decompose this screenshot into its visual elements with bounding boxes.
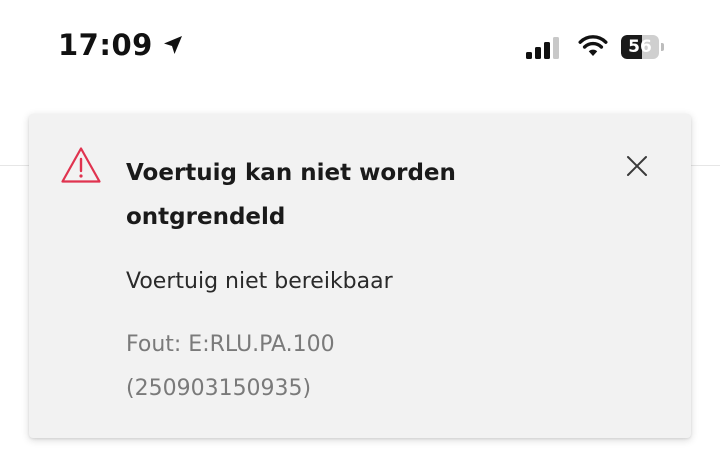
- battery-body: 56: [621, 35, 659, 59]
- battery-nub: [661, 43, 664, 51]
- cellular-signal-icon: [526, 37, 562, 59]
- status-time-group: 17:09: [58, 28, 185, 62]
- error-details: Fout: E:RLU.PA.100 (250903150935): [126, 323, 486, 411]
- toast-message: Voertuig niet bereikbaar: [126, 269, 393, 294]
- location-arrow-icon: [161, 33, 185, 57]
- close-button[interactable]: [619, 150, 655, 186]
- battery-icon: 56: [621, 35, 665, 59]
- warning-triangle-icon: [60, 146, 102, 184]
- phone-screen: 17:09 56 Voertuig kan niet worden ontgre…: [0, 0, 720, 464]
- error-code: Fout: E:RLU.PA.100: [126, 332, 335, 357]
- status-bar: 17:09 56: [0, 0, 720, 100]
- error-toast: Voertuig kan niet worden ontgrendeld Voe…: [29, 114, 691, 438]
- status-time: 17:09: [58, 28, 153, 62]
- wifi-icon: [578, 34, 608, 58]
- error-id: (250903150935): [126, 376, 312, 401]
- battery-level: 56: [628, 37, 652, 57]
- close-icon: [625, 154, 649, 182]
- toast-title: Voertuig kan niet worden ontgrendeld: [126, 160, 456, 230]
